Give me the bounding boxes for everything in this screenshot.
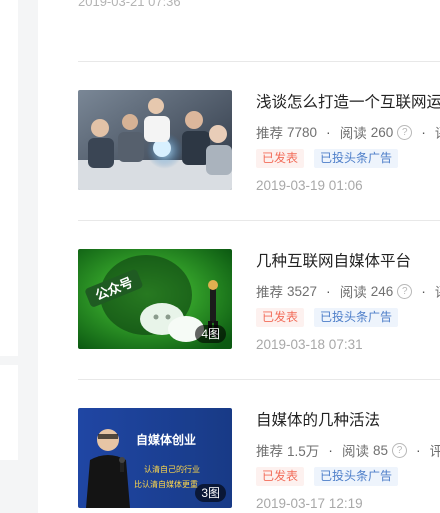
separator-dot: · [415, 442, 421, 458]
status-badge-ads: 已投头条广告 [314, 149, 399, 168]
article-stats: 推荐 7780 · 阅读 260 ? · 评 [256, 122, 440, 142]
separator-dot: · [326, 283, 331, 299]
article-title[interactable]: 几种互联网自媒体平台 [256, 249, 411, 271]
article-title[interactable]: 浅谈怎么打造一个互联网运 [256, 90, 440, 112]
read-label: 阅读 [341, 444, 369, 459]
read-count: 246 [370, 283, 394, 299]
recommend-count: 3527 [287, 283, 318, 299]
article-tags: 已发表 已投头条广告 [256, 467, 408, 486]
recommend-count: 1.5万 [287, 444, 320, 459]
recommend-count: 7780 [287, 124, 318, 140]
left-panel-lower [0, 365, 18, 460]
separator-dot: · [421, 124, 426, 140]
help-icon[interactable]: ? [397, 283, 413, 299]
speaker-on-stage-image[interactable]: 自媒体创业 认清自己的行业 比认清自媒体更重 3图 [78, 408, 232, 508]
left-panel [0, 0, 18, 356]
read-label: 阅读 [339, 126, 367, 141]
business-meeting-image[interactable] [78, 90, 232, 190]
status-badge-published: 已发表 [256, 467, 305, 486]
article-stats: 推荐 3527 · 阅读 246 ? · 评 [256, 281, 440, 301]
article-stats: 推荐 1.5万 · 阅读 85 ? · 评 [256, 440, 440, 460]
wechat-official-account-image[interactable]: 公众号 4图 [78, 249, 232, 349]
divider [78, 379, 440, 380]
read-label: 阅读 [339, 285, 367, 300]
comment-label: 评 [435, 281, 440, 301]
image-caption: 自媒体创业 [136, 432, 196, 447]
help-icon[interactable]: ? [391, 442, 407, 458]
article-title[interactable]: 自媒体的几种活法 [256, 408, 380, 430]
article-tags: 已发表 已投头条广告 [256, 149, 408, 168]
comment-label: 评 [435, 122, 440, 142]
image-caption: 比认清自媒体更重 [134, 479, 198, 489]
read-count: 85 [372, 442, 388, 458]
recommend-label: 推荐 [256, 126, 283, 141]
separator-dot: · [421, 283, 426, 299]
previous-item-date: 2019-03-21 07:36 [78, 0, 181, 9]
status-badge-published: 已发表 [256, 308, 305, 327]
status-badge-ads: 已投头条广告 [314, 467, 399, 486]
article-date: 2019-03-19 01:06 [256, 178, 363, 193]
article-row[interactable]: 公众号 4图 几种互联网自媒体平台 推荐 3527 · 阅读 246 ? · 评… [78, 249, 440, 352]
separator-dot: · [326, 124, 331, 140]
divider [78, 61, 440, 62]
recommend-label: 推荐 [256, 444, 283, 459]
recommend-label: 推荐 [256, 285, 283, 300]
article-tags: 已发表 已投头条广告 [256, 308, 408, 327]
help-icon[interactable]: ? [397, 124, 413, 140]
image-count-badge: 3图 [195, 484, 226, 502]
read-count: 260 [370, 124, 394, 140]
article-row[interactable]: 浅谈怎么打造一个互联网运 推荐 7780 · 阅读 260 ? · 评 已发表 … [78, 90, 440, 193]
business-meeting-image [78, 90, 232, 190]
image-caption: 认清自己的行业 [144, 464, 200, 474]
article-date: 2019-03-18 07:31 [256, 337, 363, 352]
status-badge-ads: 已投头条广告 [314, 308, 399, 327]
comment-label: 评 [429, 444, 440, 459]
status-badge-published: 已发表 [256, 149, 305, 168]
image-count-badge: 4图 [195, 325, 226, 343]
article-date: 2019-03-17 12:19 [256, 496, 363, 511]
article-list: 2019-03-21 07:36 浅谈怎么打造一个互联网运 推荐 7780 · … [38, 0, 440, 513]
article-row[interactable]: 自媒体创业 认清自己的行业 比认清自媒体更重 3图 自媒体的几种活法 推荐 1.… [78, 408, 440, 511]
separator-dot: · [328, 442, 333, 458]
divider [78, 220, 440, 221]
